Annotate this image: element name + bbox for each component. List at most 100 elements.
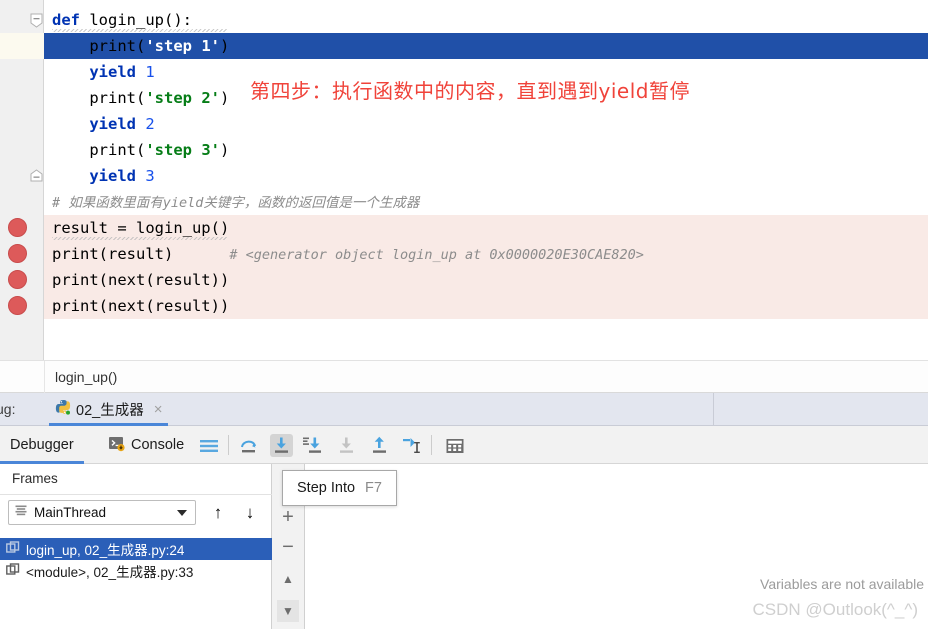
frame-down-button[interactable]: ↓ bbox=[240, 502, 260, 523]
close-icon[interactable]: × bbox=[154, 401, 163, 418]
code-token: yield bbox=[89, 115, 136, 133]
pycharm-debug-screen: def login_up(): print('step 1') yield 1 … bbox=[0, 0, 928, 629]
fold-collapse-icon[interactable] bbox=[30, 13, 43, 28]
frame-list-item[interactable]: login_up, 02_生成器.py:24 bbox=[0, 538, 272, 560]
tabbar-empty-region bbox=[714, 393, 928, 425]
toolbar-separator-2 bbox=[431, 435, 432, 455]
code-token: # 如果函数里面有yield关键字，函数的返回值是一个生成器 bbox=[52, 195, 420, 211]
code-token: login_up(): bbox=[89, 11, 192, 29]
frame-up-button[interactable]: ↑ bbox=[208, 502, 228, 523]
code-line[interactable]: print('step 1') bbox=[44, 33, 928, 59]
frames-panel: Frames MainThread ↑ ↓ login_up, 02_生成器.p… bbox=[0, 464, 272, 629]
chevron-down-icon bbox=[177, 510, 187, 516]
code-token: print(next(result)) bbox=[52, 271, 230, 289]
frame-list-item[interactable]: <module>, 02_生成器.py:33 bbox=[0, 560, 272, 582]
code-line[interactable]: yield 3 bbox=[44, 163, 928, 189]
code-token: 3 bbox=[145, 167, 155, 185]
code-token: yield bbox=[89, 63, 136, 81]
mute-breakpoints-icon[interactable] bbox=[197, 434, 220, 457]
code-token: def bbox=[52, 11, 80, 29]
breadcrumb: login_up() bbox=[0, 360, 928, 394]
console-icon bbox=[108, 435, 125, 456]
code-token: 1 bbox=[145, 63, 155, 81]
code-line[interactable]: # 如果函数里面有yield关键字，函数的返回值是一个生成器 bbox=[44, 189, 928, 215]
frame-icon bbox=[6, 562, 20, 580]
force-step-into-icon[interactable] bbox=[302, 434, 325, 457]
breakpoint-icon[interactable] bbox=[8, 296, 27, 315]
code-token: yield bbox=[89, 167, 136, 185]
code-line[interactable]: print(next(result)) bbox=[44, 267, 928, 293]
step-into-my-code-icon bbox=[335, 434, 358, 457]
code-line[interactable]: print(next(result)) bbox=[44, 293, 928, 319]
editor-gutter[interactable] bbox=[0, 0, 44, 360]
code-token: ) bbox=[219, 141, 230, 159]
code-token: 'step 2' bbox=[145, 89, 220, 107]
code-token: print( bbox=[89, 89, 146, 107]
gutter-current-line-band bbox=[0, 33, 44, 59]
breakpoint-icon[interactable] bbox=[8, 270, 27, 289]
inspection-squiggle bbox=[52, 237, 227, 240]
code-token: ) bbox=[219, 89, 230, 107]
evaluate-expression-icon[interactable] bbox=[443, 434, 466, 457]
code-token: ) bbox=[219, 37, 230, 55]
code-line[interactable]: yield 2 bbox=[44, 111, 928, 137]
code-token: print(next(result)) bbox=[52, 297, 230, 315]
tab-console[interactable]: Console bbox=[108, 426, 184, 464]
code-line[interactable]: print(result) # <generator object login_… bbox=[44, 241, 928, 267]
remove-watch-button[interactable]: − bbox=[277, 536, 299, 558]
code-line[interactable]: print('step 3') bbox=[44, 137, 928, 163]
watermark-text: CSDN @Outlook(^_^) bbox=[752, 600, 918, 619]
tab-console-label: Console bbox=[131, 437, 185, 453]
breakpoint-icon[interactable] bbox=[8, 244, 27, 263]
python-icon bbox=[55, 399, 71, 420]
variables-unavailable-message: Variables are not available bbox=[760, 576, 924, 592]
fold-end-icon[interactable] bbox=[30, 169, 43, 182]
code-token: 'step 3' bbox=[145, 141, 220, 159]
tooltip-label: Step Into bbox=[297, 480, 356, 496]
variables-panel: Variables are not available CSDN @Outloo… bbox=[305, 464, 928, 629]
debug-tool-window-tabbar: ug: 02_生成器 × bbox=[0, 393, 928, 426]
tab-debugger-label: Debugger bbox=[10, 437, 74, 453]
thread-selector-value: MainThread bbox=[34, 505, 107, 520]
debug-session-tab-label: 02_生成器 bbox=[76, 403, 144, 419]
code-token: print(result) bbox=[52, 245, 174, 263]
add-watch-button[interactable]: + bbox=[277, 506, 299, 528]
debugger-toolbar: Debugger Console bbox=[0, 426, 928, 464]
thread-icon bbox=[14, 504, 28, 521]
breadcrumb-path[interactable]: login_up() bbox=[55, 361, 117, 394]
code-token: print( bbox=[89, 37, 146, 55]
inspection-squiggle bbox=[52, 29, 227, 32]
step-into-icon[interactable] bbox=[270, 434, 293, 457]
code-token: 2 bbox=[145, 115, 155, 133]
step-over-icon[interactable] bbox=[238, 434, 261, 457]
code-token: print( bbox=[89, 141, 146, 159]
frames-title: Frames bbox=[12, 471, 58, 486]
code-text-area[interactable]: def login_up(): print('step 1') yield 1 … bbox=[44, 0, 928, 360]
move-watch-up-button[interactable]: ▲ bbox=[277, 568, 299, 590]
step-into-tooltip: Step Into F7 bbox=[282, 470, 397, 506]
debug-window-label: ug: bbox=[0, 401, 16, 417]
toolbar-separator bbox=[228, 435, 229, 455]
code-token: # <generator object login_up at 0x000002… bbox=[229, 247, 644, 263]
move-watch-down-button[interactable]: ▼ bbox=[277, 600, 299, 622]
breadcrumb-divider bbox=[44, 361, 45, 394]
thread-selector[interactable]: MainThread bbox=[8, 500, 196, 525]
frame-list-item-label: <module>, 02_生成器.py:33 bbox=[26, 565, 194, 580]
step-out-icon[interactable] bbox=[368, 434, 391, 457]
tab-debugger[interactable]: Debugger bbox=[0, 426, 84, 464]
frames-divider bbox=[0, 494, 272, 495]
code-token: result = login_up() bbox=[52, 219, 230, 237]
red-annotation-text: 第四步：执行函数中的内容，直到遇到yield暂停 bbox=[250, 79, 690, 103]
debug-session-tab[interactable]: 02_生成器 × bbox=[49, 393, 169, 426]
code-editor[interactable]: def login_up(): print('step 1') yield 1 … bbox=[0, 0, 928, 360]
run-to-cursor-icon[interactable] bbox=[400, 434, 423, 457]
breakpoint-icon[interactable] bbox=[8, 218, 27, 237]
frame-list-item-label: login_up, 02_生成器.py:24 bbox=[26, 543, 185, 558]
code-token: 'step 1' bbox=[145, 37, 220, 55]
frame-icon bbox=[6, 540, 20, 558]
